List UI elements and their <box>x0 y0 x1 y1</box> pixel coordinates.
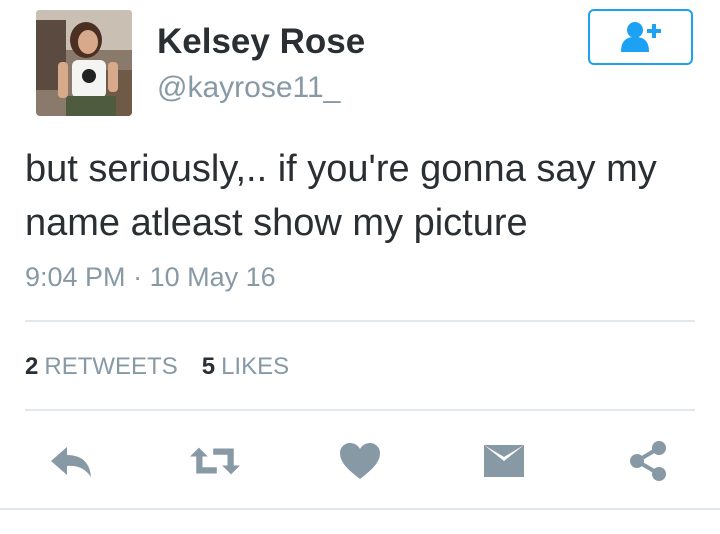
likes-label: LIKES <box>221 353 290 380</box>
divider <box>25 409 695 411</box>
add-user-icon <box>620 22 661 52</box>
reply-button[interactable] <box>47 436 97 486</box>
timestamp-separator: · <box>133 262 143 292</box>
divider <box>0 508 720 510</box>
tweet-time: 9:04 PM <box>25 262 126 292</box>
retweets-stat[interactable]: 2 RETWEETS <box>25 350 178 384</box>
likes-count: 5 <box>201 353 216 380</box>
tweet-stats: 2 RETWEETS 5 LIKES <box>25 350 289 384</box>
tweet-text: but seriously,.. if you're gonna say my … <box>25 148 657 244</box>
retweet-icon <box>190 447 240 475</box>
heart-icon <box>340 443 380 479</box>
divider <box>25 320 695 322</box>
display-name[interactable]: Kelsey Rose <box>157 22 365 62</box>
tweet-timestamp[interactable]: 9:04 PM · 10 May 16 <box>25 260 276 294</box>
envelope-icon <box>484 445 524 477</box>
reply-icon <box>51 447 91 477</box>
share-button[interactable] <box>623 436 673 486</box>
share-icon <box>630 441 666 481</box>
tweet-date: 10 May 16 <box>149 262 276 292</box>
action-bar <box>0 436 720 486</box>
retweets-count: 2 <box>25 353 39 380</box>
retweet-button[interactable] <box>190 436 240 486</box>
retweets-label: RETWEETS <box>44 353 178 380</box>
follow-button[interactable] <box>588 9 693 65</box>
like-button[interactable] <box>335 436 385 486</box>
avatar[interactable] <box>36 10 132 116</box>
user-handle[interactable]: @kayrose11_ <box>157 70 340 106</box>
likes-stat[interactable]: 5 LIKES <box>202 350 289 384</box>
direct-message-button[interactable] <box>479 436 529 486</box>
